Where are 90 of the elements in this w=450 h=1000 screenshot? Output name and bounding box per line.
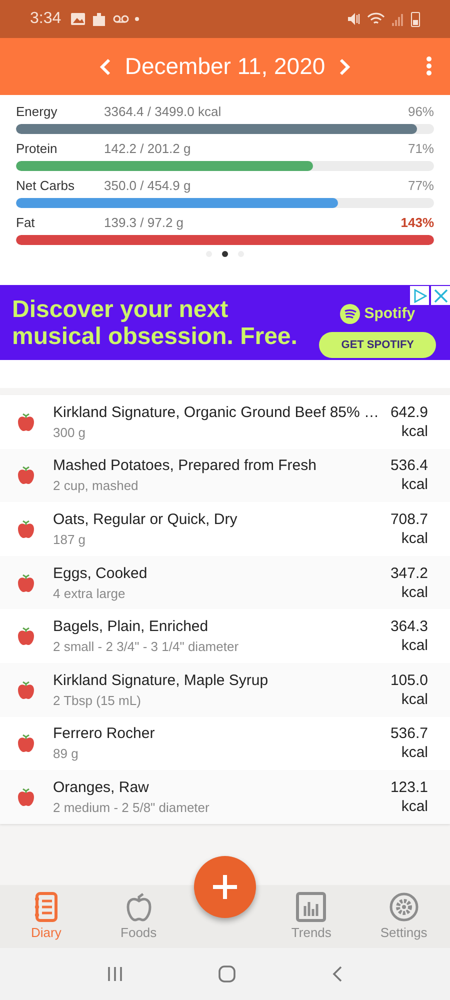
settings-icon (388, 892, 419, 922)
battery-icon (411, 11, 420, 27)
macro-percent: 71% (408, 140, 434, 156)
clock-time: 3:34 (30, 10, 62, 28)
macro-name: Protein (16, 140, 58, 156)
energy-unit: kcal (400, 743, 428, 762)
food-amount: 2 medium - 2 5/8" diameter (53, 800, 210, 815)
food-row[interactable]: Bagels, Plain, Enriched 2 small - 2 3/4" - 3 1/4" diameter 364.3 kcal (0, 609, 450, 663)
food-name: Ferrero Rocher (53, 725, 156, 742)
food-name: Kirkland Signature, Organic Ground Beef 85% … (53, 404, 380, 421)
macro-name: Fat (16, 214, 36, 230)
bar-chart-icon (296, 892, 326, 922)
apple-icon (17, 518, 35, 539)
food-energy: 347.2 (390, 564, 428, 583)
notebook-icon (34, 892, 58, 922)
food-row[interactable]: Oranges, Raw 2 medium - 2 5/8" diameter 123.1 kcal (0, 770, 450, 824)
food-energy: 123.1 (390, 778, 428, 797)
macro-amount: 142.2 / 201.2 g (104, 140, 192, 156)
close-icon[interactable] (431, 286, 450, 305)
macro-amount: 3364.4 / 3499.0 kcal (104, 104, 222, 118)
food-name: Oats, Regular or Quick, Dry (53, 510, 238, 528)
food-amount: 89 g (53, 746, 80, 762)
image-icon (71, 13, 86, 25)
get-spotify-button[interactable]: GET SPOTIFY (319, 332, 436, 358)
plus-icon (212, 874, 238, 900)
food-amount: 4 extra large (53, 586, 126, 601)
ad-choices-icon[interactable] (410, 286, 429, 305)
food-name: Mashed Potatoes, Prepared from Fresh (53, 457, 318, 474)
date-title: December 11, 2020 (124, 53, 326, 80)
mute-icon (347, 12, 361, 26)
puzzle-icon (91, 11, 108, 27)
food-row[interactable]: Eggs, Cooked 4 extra large 347.2 kcal (0, 556, 450, 610)
page-dot[interactable] (222, 251, 228, 257)
food-energy: 708.7 (390, 510, 428, 529)
back-icon[interactable] (330, 965, 343, 983)
food-row[interactable]: Oats, Regular or Quick, Dry 187 g 708.7 kcal (0, 502, 450, 556)
food-amount: 300 g (53, 424, 87, 440)
energy-unit: kcal (400, 690, 428, 709)
macro-name: Energy (16, 104, 58, 118)
macro-percent: 96% (408, 104, 434, 118)
macro-percent: 77% (408, 178, 434, 192)
more-icon[interactable] (426, 56, 432, 76)
food-name: Eggs, Cooked (53, 564, 148, 582)
energy-unit: kcal (400, 796, 428, 816)
recent-apps-icon[interactable] (107, 966, 124, 982)
macro-amount: 350.0 / 454.9 g (104, 178, 192, 192)
apple-icon (17, 680, 35, 700)
food-amount: 2 cup, mashed (53, 478, 140, 494)
food-row[interactable]: Kirkland Signature, Organic Ground Beef 85% … 300 g 642.9 kcal (0, 395, 450, 449)
apple-icon (17, 626, 35, 646)
macro-name: Net Carbs (16, 178, 76, 192)
voicemail-icon (113, 15, 130, 23)
signal-icon (391, 12, 405, 26)
food-energy: 105.0 (390, 670, 428, 690)
apple-icon (17, 412, 35, 432)
apple-icon (17, 572, 35, 593)
macro-amount: 139.3 / 97.2 g (104, 214, 185, 230)
apple-icon (17, 733, 35, 754)
food-name: Kirkland Signature, Maple Syrup (53, 672, 270, 689)
apple-icon (126, 892, 152, 922)
macro-percent: 143% (400, 214, 434, 230)
food-name: Oranges, Raw (53, 778, 150, 796)
food-amount: 2 small - 2 3/4" - 3 1/4" diameter (53, 639, 240, 654)
apple-icon (17, 465, 35, 486)
food-amount: 187 g (53, 532, 87, 547)
energy-unit: kcal (400, 582, 428, 602)
food-energy: 536.7 (390, 724, 428, 744)
food-row[interactable]: Kirkland Signature, Maple Syrup 2 Tbsp (15 mL) 105.0 kcal (0, 662, 450, 717)
ad-headline: Discover your next musical obsession. Free. (12, 296, 298, 350)
ad-banner[interactable]: Discover your next musical obsession. Free. Spotify GET SPOTIFY (0, 285, 450, 360)
food-row[interactable]: Mashed Potatoes, Prepared from Fresh 2 cup, mashed 536.4 kcal (0, 448, 450, 502)
home-icon[interactable] (218, 965, 236, 983)
food-row[interactable]: Ferrero Rocher 89 g 536.7 kcal (0, 716, 450, 770)
chevron-right-icon[interactable] (339, 58, 352, 76)
food-energy: 642.9 (390, 402, 428, 422)
add-button[interactable] (194, 856, 256, 918)
food-energy: 536.4 (390, 456, 428, 476)
energy-unit: kcal (400, 422, 428, 441)
food-name: Bagels, Plain, Enriched (53, 618, 210, 636)
dot-icon (135, 17, 140, 21)
energy-unit: kcal (400, 475, 428, 494)
food-energy: 364.3 (390, 617, 428, 636)
energy-unit: kcal (400, 636, 428, 656)
food-amount: 2 Tbsp (15 mL) (53, 692, 142, 708)
wifi-icon (367, 12, 385, 26)
apple-icon (17, 786, 35, 807)
sound-waves-logo-icon (340, 304, 360, 324)
ad-brand: Spotify (364, 305, 416, 322)
chevron-left-icon[interactable] (98, 58, 111, 76)
energy-unit: kcal (400, 528, 428, 548)
